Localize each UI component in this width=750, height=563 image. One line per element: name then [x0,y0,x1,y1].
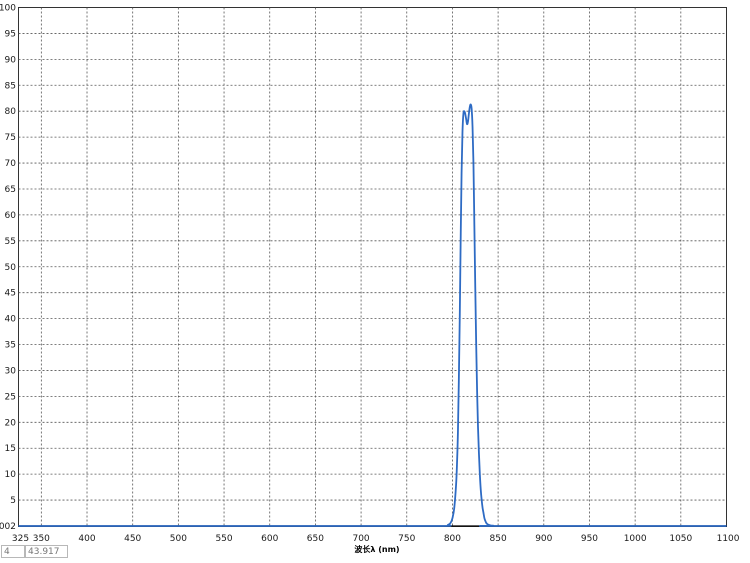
x-tick-label: 950 [581,534,598,544]
x-tick-label: 600 [261,534,278,544]
y-tick-label: 25 [5,392,16,402]
y-tick-label: 10 [5,470,17,480]
y-tick-label: 75 [5,133,16,143]
x-tick-label: 850 [490,534,507,544]
y-tick-label: 40 [5,315,17,325]
y-tick-label: 5 [10,496,16,506]
x-tick-label: 1050 [669,534,692,544]
transmission-chart: 5101520253035404550556065707580859095100… [0,4,740,555]
x-tick-label: 1100 [717,534,740,544]
x-tick-label: 450 [124,534,141,544]
y-tick-label-min: 0.002 [0,522,16,532]
y-tick-label: 50 [5,263,17,273]
x-tick-label: 750 [398,534,415,544]
x-tick-label: 550 [215,534,232,544]
y-tick-label: 30 [5,366,17,376]
y-tick-labels: 5 10 15 20 25 30 35 40 45 50 55 60 65 70 75 80 85 90 95 100… [0,4,16,533]
x-tick-label: 350 [33,534,50,544]
readout-field-left[interactable]: 4 [1,545,25,558]
readout-right-value: 43.917 [28,547,60,557]
y-tick-label: 90 [5,55,17,65]
x-tick-label: 900 [535,534,552,544]
y-tick-label: 100 [0,4,16,14]
x-tick-label: 325 [12,534,29,544]
y-tick-label: 45 [5,289,16,299]
x-tick-label: 700 [352,534,369,544]
x-tick-label: 650 [307,534,324,544]
y-tick-label: 70 [5,159,17,169]
readout-field-right[interactable]: 43.917 [25,545,68,558]
y-tick-label: 80 [5,107,17,117]
x-tick-label: 1000 [624,534,647,544]
x-tick-labels: 325 350 400 450 500 550 600 650 700 750 800 850 900 9… [12,534,740,544]
y-tick-label: 55 [5,237,16,247]
y-tick-label: 60 [5,211,17,221]
y-tick-label: 85 [5,81,16,91]
readout-left-value: 4 [4,547,10,557]
x-tick-label: 500 [170,534,187,544]
y-tick-label: 35 [5,341,16,351]
x-tick-label: 400 [78,534,95,544]
y-tick-label: 95 [5,29,16,39]
y-tick-label: 15 [5,444,16,454]
y-tick-label: 65 [5,185,16,195]
x-axis-label: 波长λ (nm) [354,544,399,554]
x-tick-label: 800 [444,534,461,544]
y-tick-label: 20 [5,418,17,428]
